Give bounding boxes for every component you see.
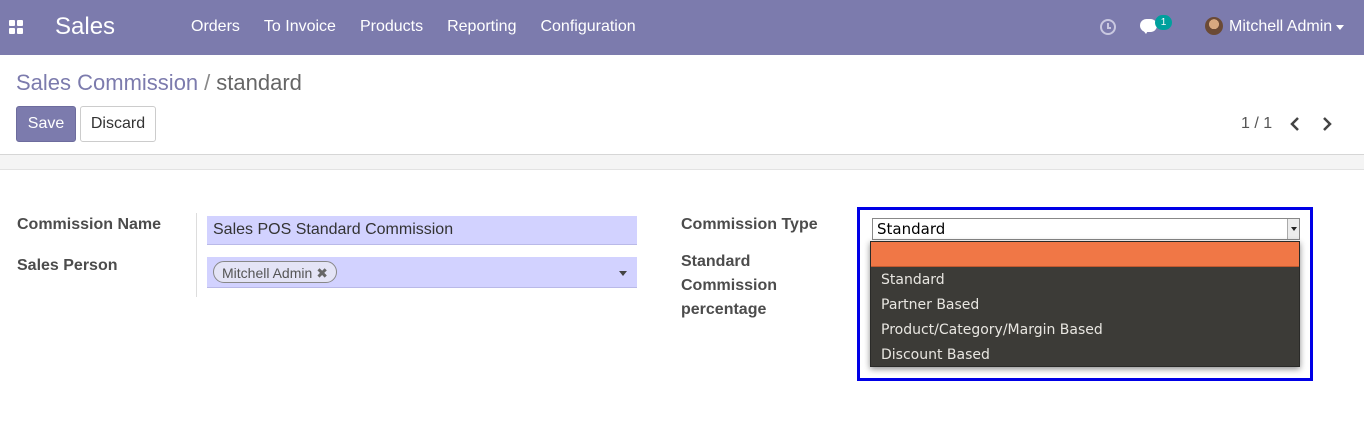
sales-person-field[interactable]: Mitchell Admin ✖ [207,257,637,288]
commission-name-label: Commission Name [17,216,162,233]
commission-type-dropdown: Standard Partner Based Product/Category/… [870,241,1300,367]
discard-button[interactable]: Discard [80,106,156,142]
top-navbar: Sales Orders To Invoice Products Reporti… [0,0,1364,55]
commission-name-field[interactable]: Sales POS Standard Commission [207,216,637,245]
chevron-left-icon[interactable] [1289,116,1301,132]
sales-person-tag: Mitchell Admin ✖ [213,261,337,283]
sales-person-tag-label: Mitchell Admin [222,265,313,281]
form-sheet-background [0,155,1364,170]
option-empty[interactable] [871,242,1299,267]
select-arrow-icon[interactable] [1287,219,1299,239]
breadcrumb-current: standard [216,70,302,95]
chevron-right-icon[interactable] [1321,116,1333,132]
user-menu-name[interactable]: Mitchell Admin [1229,18,1332,36]
option-standard[interactable]: Standard [871,268,1299,293]
menu-products[interactable]: Products [360,18,423,36]
user-caret-down-icon[interactable] [1336,25,1344,30]
activity-clock-icon[interactable] [1100,19,1116,35]
menu-reporting[interactable]: Reporting [447,18,516,36]
label-divider [196,213,197,297]
menu-orders[interactable]: Orders [191,18,240,36]
sales-person-caret-down-icon[interactable] [619,271,627,276]
app-name[interactable]: Sales [55,13,115,41]
standard-pct-label-line3: percentage [681,301,767,318]
standard-pct-label-line1: Standard [681,253,751,270]
main-menu: Orders To Invoice Products Reporting Con… [191,18,660,36]
breadcrumb-separator: / [204,70,211,95]
option-discount-based[interactable]: Discount Based [871,343,1299,368]
breadcrumb-parent[interactable]: Sales Commission [16,70,198,95]
save-button[interactable]: Save [16,106,76,142]
option-partner-based[interactable]: Partner Based [871,293,1299,318]
commission-type-label: Commission Type [681,216,818,233]
standard-pct-label-line2: Commission [681,277,778,294]
menu-configuration[interactable]: Configuration [540,18,635,36]
sales-person-label: Sales Person [17,257,118,274]
commission-type-select[interactable]: Standard [872,218,1300,240]
pager-value: 1 / 1 [1241,115,1273,132]
breadcrumb: Sales Commission / standard [16,70,302,96]
option-product-category-margin-based[interactable]: Product/Category/Margin Based [871,318,1299,343]
user-avatar[interactable] [1205,17,1223,35]
chat-badge: 1 [1155,15,1172,30]
remove-tag-icon[interactable]: ✖ [316,265,328,281]
commission-type-selected-value: Standard [877,220,946,238]
apps-menu-icon[interactable] [9,20,24,35]
menu-to-invoice[interactable]: To Invoice [264,18,336,36]
